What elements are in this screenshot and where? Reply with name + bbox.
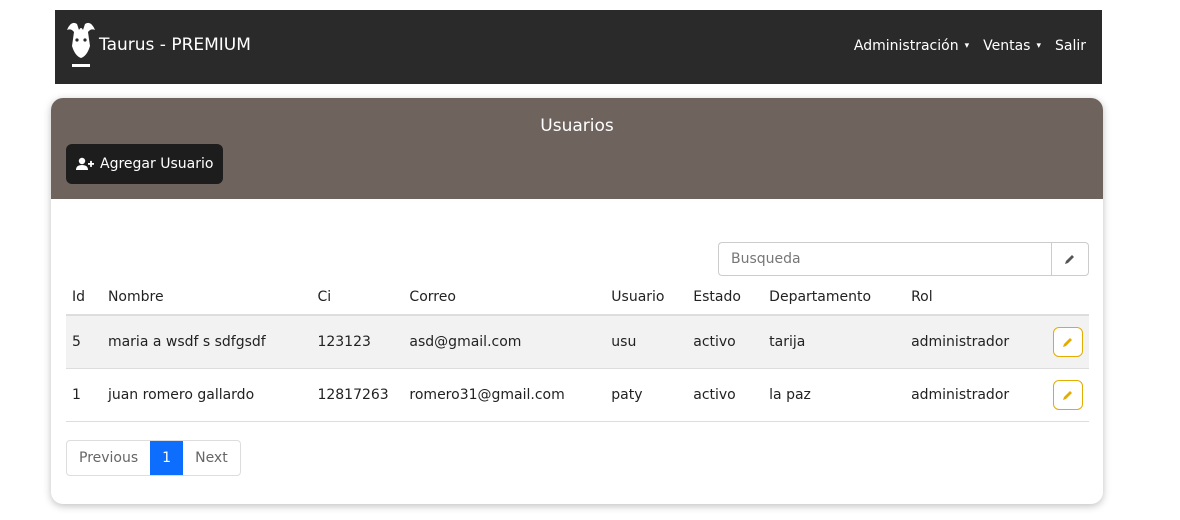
search-group	[718, 242, 1089, 276]
cell-actions	[1047, 315, 1089, 369]
pagination-next[interactable]: Next	[183, 441, 240, 475]
cell-departamento: la paz	[763, 368, 906, 422]
pagination-previous[interactable]: Previous	[67, 441, 150, 475]
cell-correo: romero31@gmail.com	[403, 368, 606, 422]
col-usuario[interactable]: Usuario	[605, 280, 688, 316]
col-rol[interactable]: Rol	[905, 280, 1047, 316]
col-departamento[interactable]: Departamento	[763, 280, 906, 316]
col-correo[interactable]: Correo	[403, 280, 606, 316]
users-table: Id Nombre Ci Correo Usuario Estado Depar…	[66, 280, 1089, 422]
nav-ventas-label: Ventas	[983, 38, 1031, 54]
nav-menu: Administración ▾ Ventas ▾ Salir	[854, 38, 1086, 54]
pencil-icon	[1063, 391, 1072, 400]
table-row: 1 juan romero gallardo 12817263 romero31…	[66, 368, 1089, 422]
cell-rol: administrador	[905, 368, 1047, 422]
col-actions	[1047, 280, 1089, 316]
cell-id: 1	[66, 368, 102, 422]
pagination-page-1[interactable]: 1	[150, 441, 184, 475]
nav-salir[interactable]: Salir	[1055, 38, 1086, 54]
taurus-bull-logo[interactable]	[63, 16, 99, 76]
cell-estado: activo	[687, 368, 764, 422]
nav-salir-label: Salir	[1054, 38, 1086, 54]
card-header: Usuarios Agregar Usuario	[51, 98, 1103, 199]
cell-nombre: juan romero gallardo	[101, 368, 312, 422]
user-plus-icon	[76, 157, 94, 170]
pagination: Previous 1 Next	[66, 440, 241, 476]
pencil-icon	[1065, 255, 1074, 264]
col-estado[interactable]: Estado	[687, 280, 764, 316]
table-row: 5 maria a wsdf s sdfgsdf 123123 asd@gmai…	[66, 315, 1089, 369]
cell-departamento: tarija	[763, 315, 906, 369]
users-card: Usuarios Agregar Usuario Id Nombre Ci	[51, 98, 1103, 504]
cell-correo: asd@gmail.com	[403, 315, 606, 369]
cell-usuario: paty	[605, 368, 688, 422]
caret-down-icon: ▾	[1036, 41, 1041, 51]
search-button[interactable]	[1051, 242, 1089, 276]
pencil-icon	[1063, 338, 1072, 347]
page-title: Usuarios	[540, 116, 614, 136]
cell-estado: activo	[687, 315, 764, 369]
cell-ci: 12817263	[311, 368, 404, 422]
col-id[interactable]: Id	[66, 280, 102, 316]
cell-usuario: usu	[605, 315, 688, 369]
brand-title[interactable]: Taurus - PREMIUM	[99, 35, 251, 55]
col-ci[interactable]: Ci	[311, 280, 404, 316]
cell-id: 5	[66, 315, 102, 369]
nav-ventas[interactable]: Ventas ▾	[983, 38, 1041, 54]
search-input[interactable]	[718, 242, 1051, 276]
edit-user-button[interactable]	[1053, 327, 1083, 357]
cell-rol: administrador	[905, 315, 1047, 369]
nav-administracion[interactable]: Administración ▾	[854, 38, 969, 54]
edit-user-button[interactable]	[1053, 380, 1083, 410]
add-user-label: Agregar Usuario	[100, 156, 214, 172]
col-nombre[interactable]: Nombre	[101, 280, 312, 316]
add-user-button[interactable]: Agregar Usuario	[66, 144, 224, 184]
nav-administracion-label: Administración	[853, 38, 959, 54]
cell-ci: 123123	[311, 315, 404, 369]
caret-down-icon: ▾	[964, 41, 970, 51]
top-navbar: Taurus - PREMIUM Administración ▾ Ventas…	[55, 10, 1102, 84]
table-header-row: Id Nombre Ci Correo Usuario Estado Depar…	[66, 280, 1089, 316]
cell-nombre: maria a wsdf s sdfgsdf	[101, 315, 312, 369]
cell-actions	[1047, 368, 1089, 422]
